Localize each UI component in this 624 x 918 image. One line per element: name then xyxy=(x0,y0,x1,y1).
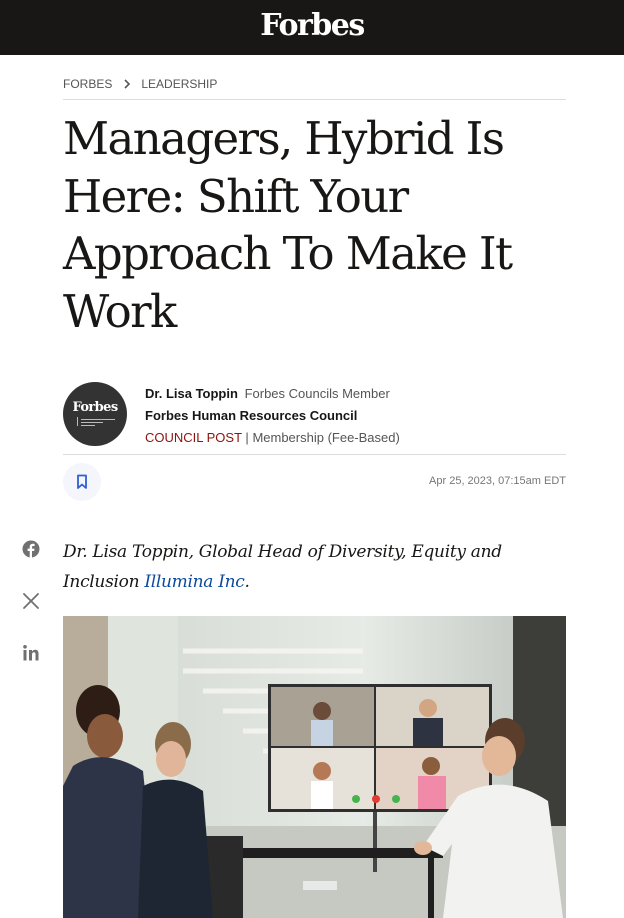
x-icon[interactable] xyxy=(22,592,40,610)
breadcrumb: FORBES LEADERSHIP xyxy=(63,77,217,91)
breadcrumb-forbes[interactable]: FORBES xyxy=(63,77,112,91)
article-title: Managers, Hybrid Is Here: Shift Your App… xyxy=(63,112,513,338)
video-meeting-photo xyxy=(63,616,566,918)
chevron-right-icon xyxy=(124,79,131,89)
company-link[interactable]: Illumina Inc xyxy=(144,572,244,592)
article-hero-image xyxy=(63,616,566,918)
byline: Dr. Lisa Toppin Forbes Councils Member F… xyxy=(145,383,400,449)
publish-date: Apr 25, 2023, 07:15am EDT xyxy=(429,475,566,487)
council-name[interactable]: Forbes Human Resources Council xyxy=(145,405,400,427)
linkedin-icon[interactable] xyxy=(22,644,40,662)
lede-end: . xyxy=(244,572,250,592)
breadcrumb-leadership[interactable]: LEADERSHIP xyxy=(141,77,217,91)
author-role: Forbes Councils Member xyxy=(244,386,390,401)
bookmark-button[interactable] xyxy=(63,463,101,501)
author-name[interactable]: Dr. Lisa Toppin xyxy=(145,386,238,401)
post-type-label: COUNCIL POST xyxy=(145,430,242,445)
facebook-icon[interactable] xyxy=(22,540,40,558)
avatar-logo: Forbes xyxy=(72,400,118,415)
council-avatar[interactable]: Forbes xyxy=(63,382,127,446)
lede-text: Dr. Lisa Toppin, Global Head of Diversit… xyxy=(63,542,502,592)
divider xyxy=(63,454,566,455)
post-separator: | xyxy=(245,430,249,445)
avatar-sub-mark xyxy=(77,417,115,426)
divider xyxy=(63,99,566,100)
article-lede: Dr. Lisa Toppin, Global Head of Diversit… xyxy=(63,537,543,597)
site-header: Forbes xyxy=(0,0,624,55)
forbes-logo[interactable]: Forbes xyxy=(0,8,624,43)
bookmark-icon xyxy=(77,474,87,489)
membership-label: Membership (Fee-Based) xyxy=(252,430,400,445)
